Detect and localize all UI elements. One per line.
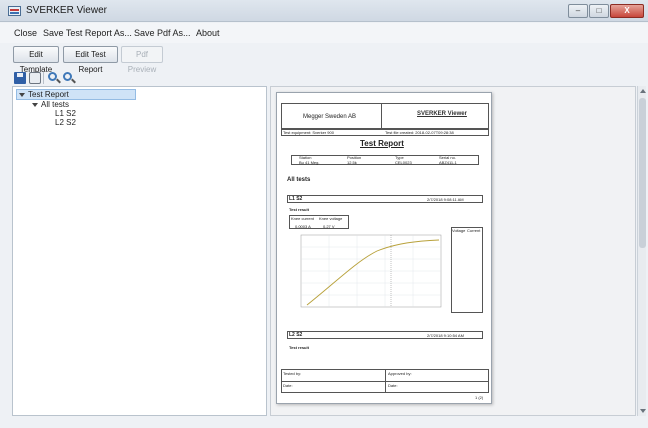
tested-by-label: Tested by: [283, 371, 302, 376]
menu-bar: Close Save Test Report As... Save Pdf As… [0, 23, 648, 43]
status-bar [0, 418, 648, 428]
menu-close[interactable]: Close [14, 28, 37, 38]
tree-item-all-tests[interactable]: All tests [32, 100, 69, 109]
print-icon[interactable] [29, 72, 41, 84]
date-label: Date: [283, 383, 293, 388]
signature-row-divider [281, 381, 489, 382]
knee-header: Knee voltage [319, 216, 343, 221]
approved-by-label: Approved by: [388, 371, 412, 376]
section-title: All tests [287, 177, 311, 183]
menu-save-pdf-as[interactable]: Save Pdf As... [134, 28, 191, 38]
date-label: Date: [388, 383, 398, 388]
test-time: 2/7/2018 9:10:54 AM [427, 333, 464, 338]
expand-icon[interactable] [19, 92, 25, 97]
file-created: Test file created: 2018-02-07T09:28:38 [385, 130, 454, 135]
vertical-scrollbar[interactable] [637, 86, 646, 416]
menu-about[interactable]: About [196, 28, 220, 38]
app-icon [8, 6, 21, 16]
excitation-curve-chart [300, 234, 442, 308]
table-header: Voltage [452, 228, 466, 233]
close-window-button[interactable]: X [610, 4, 644, 18]
tree-label: All tests [41, 100, 70, 109]
page-number: 1 (2) [475, 395, 484, 400]
tree-label: Test Report [28, 90, 69, 99]
test-equipment: Test equipment: Sverker 900 [283, 130, 334, 135]
toolbar: Edit Template Edit Test Report Pdf Previ… [0, 44, 648, 74]
zoom-out-icon[interactable] [63, 72, 72, 81]
test-time: 2/7/2018 9:08:11 AM [427, 197, 464, 202]
voltage-current-table [451, 227, 483, 313]
icon-bar [0, 70, 648, 86]
report-page: Megger Sweden AB SVERKER Viewer Test equ… [276, 92, 492, 404]
knee-value: 0.0003 A [295, 224, 311, 229]
window-title: SVERKER Viewer [26, 5, 107, 16]
report-title: Test Report [360, 139, 404, 148]
zoom-in-icon[interactable] [48, 72, 57, 81]
test-result-label: Test result [289, 345, 309, 350]
tree-item-test-report[interactable]: Test Report [16, 89, 136, 100]
scroll-up-icon[interactable] [640, 89, 646, 93]
knee-value: 0.27 V [323, 224, 335, 229]
maximize-button[interactable]: □ [589, 4, 609, 18]
info-value: 12.5k [347, 160, 357, 165]
table-header: Current [467, 228, 481, 233]
edit-template-button[interactable]: Edit Template [13, 46, 59, 74]
icon-separator [43, 72, 44, 84]
scroll-down-icon[interactable] [640, 409, 646, 413]
menu-save-test-report-as[interactable]: Save Test Report As... [43, 28, 132, 38]
company-name: Megger Sweden AB [303, 114, 357, 120]
pdf-preview-button: Pdf Preview [121, 46, 163, 74]
test-result-label: Test result [289, 207, 309, 212]
header-divider [381, 103, 382, 129]
tree-item-l2-s2[interactable]: L2 S2 [55, 118, 76, 127]
info-value: Bu 41 Meg. [299, 160, 320, 165]
title-bar: SVERKER Viewer – □ X [0, 0, 648, 22]
minimize-button[interactable]: – [568, 4, 588, 18]
edit-test-report-button[interactable]: Edit Test Report [63, 46, 118, 74]
test-name: L2 S2 [289, 332, 303, 338]
info-value: ABZ411-1 [439, 160, 457, 165]
brand-logo: SVERKER Viewer [417, 111, 467, 117]
expand-icon[interactable] [32, 102, 38, 107]
tree-item-l1-s2[interactable]: L1 S2 [55, 109, 76, 118]
scrollbar-thumb[interactable] [639, 98, 646, 248]
save-icon[interactable] [14, 72, 26, 84]
info-value: CEL0023 [395, 160, 412, 165]
report-tree: Test Report All tests L1 S2 L2 S2 [12, 86, 267, 416]
knee-header: Knee current [291, 216, 314, 221]
test-name: L1 S2 [289, 196, 303, 202]
